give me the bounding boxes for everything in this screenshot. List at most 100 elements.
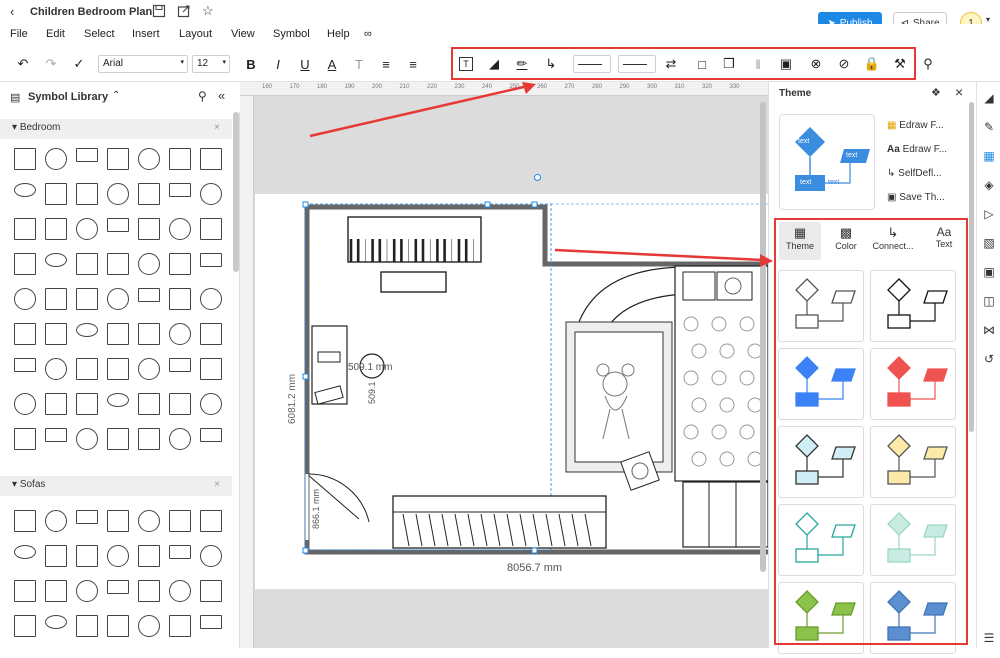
italic-icon[interactable]: I: [269, 55, 287, 73]
menu-file[interactable]: File: [10, 28, 28, 40]
library-shape[interactable]: [169, 183, 191, 197]
theme-card[interactable]: [870, 582, 956, 654]
library-shape[interactable]: [45, 288, 67, 310]
library-shape[interactable]: [200, 545, 222, 567]
theme-card[interactable]: [778, 270, 864, 342]
theme-card[interactable]: [870, 270, 956, 342]
library-shape[interactable]: [45, 545, 67, 567]
shadow-icon[interactable]: ❒: [720, 55, 738, 73]
library-shape[interactable]: [138, 218, 160, 240]
library-shape[interactable]: [169, 428, 191, 450]
resize-handle[interactable]: [302, 547, 309, 554]
arrow-style-icon[interactable]: ⇄: [662, 55, 680, 73]
fill-bucket-icon[interactable]: ◢: [485, 55, 503, 73]
theme-option-edraw-2[interactable]: Aa Edraw F...: [887, 144, 947, 155]
menu-edit[interactable]: Edit: [46, 28, 65, 40]
tab-connector[interactable]: ↳ Connect...: [867, 222, 919, 251]
library-shape[interactable]: [76, 428, 98, 450]
library-shape[interactable]: [14, 253, 36, 275]
edit-icon[interactable]: ✎: [981, 119, 997, 135]
font-size-select[interactable]: 12 ▾: [192, 55, 230, 73]
format-painter-icon[interactable]: ✓: [70, 55, 88, 73]
resize-handle[interactable]: [302, 201, 309, 208]
tab-text[interactable]: Aa Text: [923, 222, 965, 249]
menu-insert[interactable]: Insert: [132, 28, 160, 40]
theme-card[interactable]: [870, 426, 956, 498]
table-icon[interactable]: ◫: [981, 293, 997, 309]
library-shape[interactable]: [138, 148, 160, 170]
library-shape[interactable]: [200, 253, 222, 267]
align-shapes-icon[interactable]: □: [693, 55, 711, 73]
data-icon[interactable]: ▧: [981, 235, 997, 251]
library-shape[interactable]: [138, 323, 160, 345]
library-scrollbar[interactable]: [233, 112, 239, 272]
chevron-up-icon[interactable]: ⌃: [112, 90, 120, 101]
library-shape[interactable]: [200, 358, 222, 380]
layers-icon[interactable]: ◈: [981, 177, 997, 193]
library-shape[interactable]: [45, 183, 67, 205]
library-shape[interactable]: [200, 183, 222, 205]
library-shape[interactable]: [169, 358, 191, 372]
line-dash-select[interactable]: [618, 55, 656, 73]
scale-icon[interactable]: ⋈: [981, 322, 997, 338]
line-color-icon[interactable]: ✏: [513, 55, 531, 73]
library-shape[interactable]: [169, 323, 191, 345]
tab-color[interactable]: ▩ Color: [825, 222, 867, 251]
library-shape[interactable]: [45, 253, 67, 267]
library-shape[interactable]: [169, 580, 191, 602]
library-shape[interactable]: [107, 580, 129, 594]
no-fill-icon[interactable]: ⊘: [835, 55, 853, 73]
caret-down-icon[interactable]: ▾: [986, 15, 990, 24]
library-shape[interactable]: [200, 288, 222, 310]
library-shape[interactable]: [107, 545, 129, 567]
close-icon[interactable]: ×: [214, 479, 220, 490]
collapse-icon[interactable]: «: [218, 88, 225, 103]
library-shape[interactable]: [138, 545, 160, 567]
library-shape[interactable]: [200, 393, 222, 415]
library-shape[interactable]: [107, 288, 129, 310]
text-box-icon[interactable]: T: [459, 57, 473, 71]
library-shape[interactable]: [14, 148, 36, 170]
library-shape[interactable]: [169, 615, 191, 637]
menu-symbol[interactable]: Symbol: [273, 28, 310, 40]
library-shape[interactable]: [138, 510, 160, 532]
library-shape[interactable]: [45, 428, 67, 442]
community-icon[interactable]: ∞: [364, 28, 372, 40]
library-shape[interactable]: [107, 183, 129, 205]
theme-option-selfdefine[interactable]: ↳ SelfDefl...: [887, 168, 942, 179]
history-icon[interactable]: ↺: [981, 351, 997, 367]
library-shape[interactable]: [14, 615, 36, 637]
tab-theme[interactable]: ▦ Theme: [779, 222, 821, 260]
library-shape[interactable]: [138, 615, 160, 637]
tools-icon[interactable]: ⚒: [891, 55, 909, 73]
library-shape[interactable]: [14, 218, 36, 240]
presentation-icon[interactable]: ▷: [981, 206, 997, 222]
library-shape[interactable]: [107, 510, 129, 532]
library-shape[interactable]: [14, 428, 36, 450]
library-shape[interactable]: [14, 288, 36, 310]
library-shape[interactable]: [169, 545, 191, 559]
library-shape[interactable]: [138, 428, 160, 450]
library-shape[interactable]: [169, 148, 191, 170]
back-icon[interactable]: ‹: [10, 4, 14, 19]
resize-handle[interactable]: [531, 201, 538, 208]
font-color-icon[interactable]: A: [323, 55, 341, 73]
close-icon[interactable]: ×: [955, 84, 963, 100]
library-shape[interactable]: [76, 358, 98, 380]
search-icon[interactable]: ⚲: [919, 55, 937, 73]
library-shape[interactable]: [169, 288, 191, 310]
connector-icon[interactable]: ↳: [542, 55, 560, 73]
library-shape[interactable]: [200, 218, 222, 240]
library-shape[interactable]: [107, 393, 129, 407]
library-shape[interactable]: [107, 615, 129, 637]
font-family-select[interactable]: Arial ▾: [98, 55, 188, 73]
theme-card[interactable]: [778, 582, 864, 654]
library-shape[interactable]: [14, 580, 36, 602]
library-shape[interactable]: [76, 323, 98, 337]
library-shape[interactable]: [107, 148, 129, 170]
library-shape[interactable]: [138, 393, 160, 415]
line-spacing-icon[interactable]: ≡: [404, 55, 422, 73]
library-shape[interactable]: [45, 358, 67, 380]
library-shape[interactable]: [14, 393, 36, 415]
theme-scrollbar[interactable]: [969, 102, 974, 432]
